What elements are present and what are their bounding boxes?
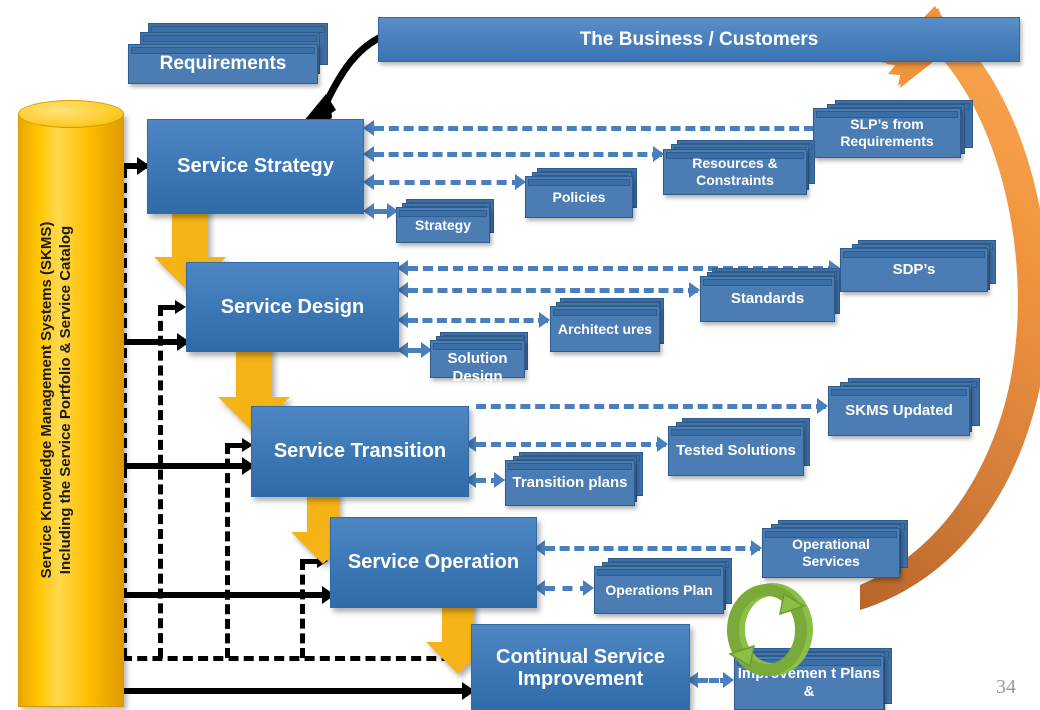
stage-service-strategy-label: Service Strategy (177, 155, 334, 178)
output-strategy: Strategy (396, 199, 506, 249)
banner-label: The Business / Customers (579, 28, 819, 50)
skms-link-csi (110, 688, 475, 694)
feedback-line-transition-vertical (225, 444, 230, 658)
arrowhead-resources-to-strategy (363, 146, 374, 162)
arrowhead-operations-plan-right (583, 580, 594, 596)
arrowhead-transition-to-skms-updated (817, 398, 828, 414)
dashed-line-operational-services-to-operation (545, 546, 760, 551)
skms-cylinder-label: Service Knowledge Management Systems (SK… (38, 110, 76, 690)
slide-number: 34 (996, 676, 1016, 698)
output-architectures: Architect ures (550, 298, 680, 360)
output-sdps: SDP’s (840, 240, 1005, 298)
output-slps-from-requirements: SLP’s from Requirements (813, 100, 978, 162)
business-customers-banner: The Business / Customers (378, 17, 1020, 62)
feedback-elbow-design-arrow (175, 300, 186, 314)
stage-service-strategy[interactable]: Service Strategy (147, 119, 364, 214)
dashed-line-resources-to-strategy (374, 152, 662, 157)
skms-link-transition (110, 463, 255, 469)
stage-service-operation[interactable]: Service Operation (330, 517, 537, 608)
arrowhead-operation-to-operational-services (751, 540, 762, 556)
output-skms-updated: SKMS Updated (828, 378, 988, 440)
arrowhead-transition-plans-right (494, 472, 505, 488)
stage-continual-service-improvement[interactable]: Continual Service Improvement (471, 624, 690, 710)
skms-link-operation (110, 592, 335, 598)
dashed-line-tested-solutions-to-transition (476, 442, 666, 447)
stage-service-transition[interactable]: Service Transition (251, 406, 469, 497)
arrowhead-design-to-architectures (539, 312, 550, 328)
feedback-line-design-vertical (158, 306, 163, 658)
output-transition-plans: Transition plans (505, 452, 660, 510)
dashed-line-policies-to-strategy (374, 180, 522, 185)
output-standards: Standards (700, 268, 855, 330)
stage-service-operation-label: Service Operation (347, 551, 520, 574)
dashed-line-standards-to-design (408, 288, 698, 293)
arrowhead-policies-to-strategy (363, 174, 374, 190)
arrowhead-transition-to-tested-solutions (657, 436, 668, 452)
output-tested-solutions: Tested Solutions (668, 418, 828, 480)
skms-label-line-1: Service Knowledge Management Systems (SK… (38, 221, 55, 579)
itil-service-lifecycle-diagram: The Business / Customers Requirements Se… (0, 0, 1040, 710)
stage-continual-service-improvement-label: Continual Service Improvement (496, 645, 665, 690)
arrowhead-strategy-doc-left (363, 203, 374, 219)
arrowhead-design-to-standards (689, 282, 700, 298)
green-circular-arrows-icon (727, 583, 813, 676)
stage-service-transition-label: Service Transition (273, 440, 447, 463)
output-operational-services: Operational Services (762, 520, 922, 582)
skms-label-line-2: Including the Service Portfolio & Servic… (56, 225, 74, 575)
stage-service-design-label: Service Design (220, 295, 365, 318)
output-resources-constraints: Resources & Constraints (663, 140, 828, 200)
dashed-line-skms-updated-to-transition (476, 404, 826, 409)
output-policies: Policies (525, 168, 650, 223)
output-solution-design: Solution Design (430, 332, 550, 394)
dashed-line-slps-to-strategy (374, 126, 814, 131)
feedback-line-operation-vertical (300, 560, 305, 658)
stage-service-design[interactable]: Service Design (186, 262, 399, 352)
dashed-line-architectures-to-design (408, 318, 548, 323)
